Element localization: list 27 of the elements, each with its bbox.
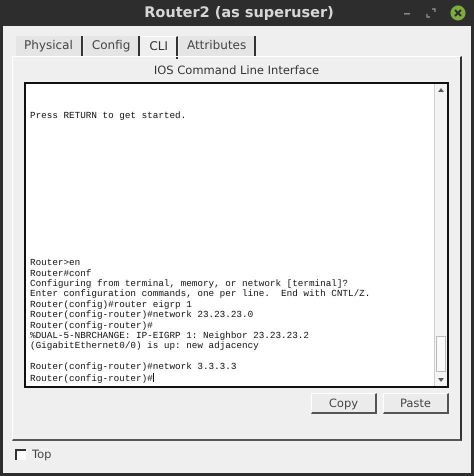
panel-heading: IOS Command Line Interface <box>152 63 320 77</box>
console-line: Router(config-router)# <box>30 372 153 384</box>
console-line: Enter configuration commands, one per line. End with CNTL/Z. <box>30 288 370 300</box>
scroll-bar[interactable] <box>434 84 447 386</box>
checkbox[interactable] <box>15 448 26 460</box>
window-title: Router2 (as superuser) <box>143 5 335 21</box>
console-line: Press RETURN to get started. <box>30 110 186 121</box>
tab[interactable]: Physical <box>16 36 83 56</box>
console-line: %DUAL-5-NBRCHANGE: IP-EIGRP 1: Neighbor 23.23.23.2 <box>30 330 309 341</box>
checkbox-label: Top <box>32 447 52 461</box>
terminal-console[interactable] <box>24 82 449 388</box>
tab[interactable]: Config <box>84 36 140 56</box>
action-button[interactable]: Copy <box>311 393 377 414</box>
console-line: Router#conf <box>30 268 92 279</box>
scroll-thumb[interactable] <box>436 336 446 372</box>
console-line: Router>en <box>30 257 80 268</box>
console-line: Router(config)#router eigrp 1 <box>30 298 192 310</box>
console-line: (GigabitEthernet0/0) is up: new adjacency <box>30 340 259 352</box>
close-icon[interactable] <box>450 5 466 21</box>
console-line: Router(config-router)#network 3.3.3.3 <box>30 361 236 372</box>
tab[interactable]: CLI <box>141 36 178 59</box>
console-line: Router(config-router)#network 23.23.23.0 <box>30 309 254 320</box>
action-button[interactable]: Paste <box>383 393 449 414</box>
console-line: Router(config-router)# <box>30 320 153 331</box>
maximize-icon[interactable] <box>426 8 436 18</box>
tab[interactable]: Attributes <box>178 36 256 56</box>
console-line: Configuring from terminal, memory, or network [terminal]? <box>30 278 348 289</box>
